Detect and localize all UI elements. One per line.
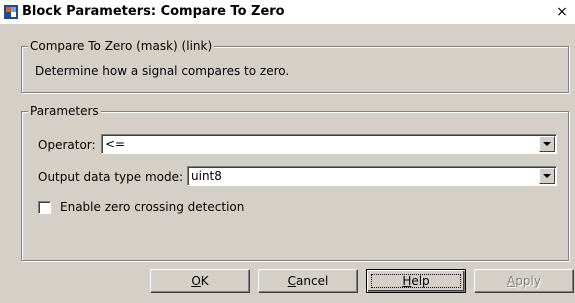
apply-button[interactable]: Apply [474, 269, 574, 293]
output-mode-dropdown[interactable]: uint8 [187, 166, 557, 186]
chevron-down-icon[interactable] [539, 136, 555, 152]
output-mode-value: uint8 [191, 169, 222, 183]
ok-label: K [200, 274, 209, 288]
ok-accel: O [191, 274, 201, 288]
parameters-group-legend: Parameters [28, 104, 101, 118]
description-group: Compare To Zero (mask) (link) Determine … [21, 39, 569, 93]
block-description: Determine how a signal compares to zero. [35, 64, 290, 78]
operator-value: <= [105, 137, 126, 151]
zero-crossing-label[interactable]: Enable zero crossing detection [60, 200, 244, 214]
title-bar[interactable]: Block Parameters: Compare To Zero × [0, 0, 575, 24]
cancel-label: ancel [296, 274, 329, 288]
help-accel: H [402, 274, 412, 288]
cancel-button[interactable]: Cancel [258, 269, 358, 293]
output-mode-label: Output data type mode: [38, 170, 184, 184]
simulink-block-icon [4, 5, 18, 19]
apply-label: pply [515, 274, 541, 288]
description-group-legend: Compare To Zero (mask) (link) [28, 39, 215, 53]
window-title: Block Parameters: Compare To Zero [22, 4, 285, 19]
help-label: elp [411, 274, 430, 288]
close-icon[interactable]: × [553, 3, 571, 21]
operator-label: Operator: [38, 138, 96, 152]
zero-crossing-checkbox[interactable] [38, 201, 51, 214]
operator-dropdown[interactable]: <= [101, 134, 557, 154]
chevron-down-icon[interactable] [539, 168, 555, 184]
ok-button[interactable]: OK [150, 269, 250, 293]
help-button[interactable]: Help [366, 269, 466, 293]
cancel-accel: C [287, 274, 297, 288]
